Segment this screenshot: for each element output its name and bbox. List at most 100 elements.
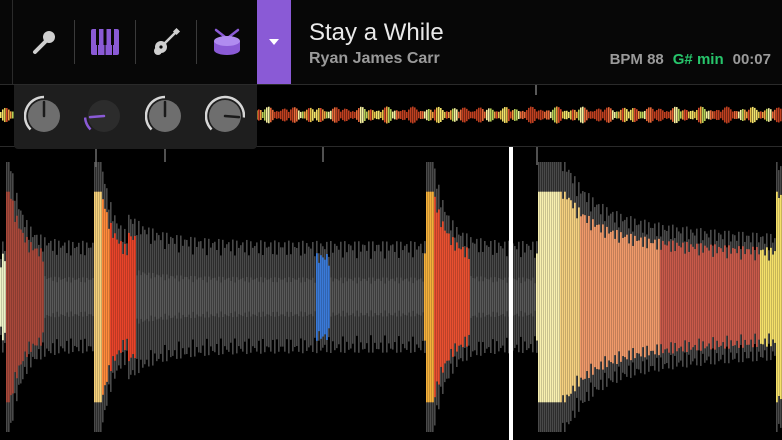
waveform-bar xyxy=(458,248,460,346)
overview-bar xyxy=(340,111,342,119)
overview-bar xyxy=(636,109,638,121)
stem-volume-panel xyxy=(14,85,257,149)
overview-bar xyxy=(706,111,708,119)
overview-bar xyxy=(426,109,428,121)
waveform-bar xyxy=(660,249,662,345)
track-meta: BPM 88 G# min 00:07 xyxy=(610,51,771,68)
overview-bar xyxy=(542,110,544,120)
waveform-bar xyxy=(772,254,774,340)
waveform-bar xyxy=(362,278,364,316)
overview-bar xyxy=(580,107,582,123)
waveform-bar xyxy=(442,221,444,373)
waveform-bar xyxy=(360,281,362,313)
waveform-bar xyxy=(726,258,728,336)
stem-drums-button[interactable] xyxy=(197,0,257,84)
waveform-bar xyxy=(84,282,86,312)
waveform-bar xyxy=(376,278,378,316)
overview-bar xyxy=(298,110,300,120)
waveform-bar xyxy=(532,277,534,317)
overview-bar xyxy=(352,111,354,119)
knob-guitar[interactable] xyxy=(145,85,185,149)
waveform-bar xyxy=(302,277,304,317)
waveform-bar xyxy=(342,283,344,311)
overview-bar xyxy=(408,109,410,121)
waveform-bar xyxy=(254,279,256,315)
waveform-bar xyxy=(162,274,164,320)
waveform-bar xyxy=(456,242,458,352)
waveform-bar xyxy=(258,281,260,313)
overview-bar xyxy=(354,111,356,119)
waveform-bar xyxy=(424,253,426,341)
overview-bar xyxy=(310,107,312,123)
waveform-bar xyxy=(536,253,538,341)
waveform-bar xyxy=(678,245,680,349)
waveform-bar xyxy=(228,277,230,317)
stem-guitar-button[interactable] xyxy=(136,0,196,84)
waveform-bar xyxy=(710,244,712,350)
overview-bar xyxy=(628,111,630,119)
waveform-bar xyxy=(130,236,132,358)
waveform-bar xyxy=(450,245,452,349)
waveform-bar xyxy=(754,260,756,334)
overview-bar xyxy=(650,107,652,123)
overview-bar xyxy=(318,108,320,122)
waveform-bar xyxy=(140,275,142,319)
waveform-bar xyxy=(670,251,672,343)
main-waveform[interactable] xyxy=(0,147,782,440)
waveform-bar xyxy=(732,248,734,346)
waveform-bar xyxy=(766,247,768,347)
waveform-bar xyxy=(578,207,580,387)
overview-bar xyxy=(662,110,664,120)
waveform-bar xyxy=(746,249,748,345)
overview-bar xyxy=(614,111,616,119)
waveform-bar xyxy=(598,224,600,370)
waveform-bar xyxy=(468,259,470,335)
waveform-bar xyxy=(218,276,220,318)
overview-bar xyxy=(532,107,534,123)
waveform-bar xyxy=(76,279,78,315)
overview-bar xyxy=(598,108,600,122)
waveform-bar xyxy=(502,279,504,315)
stem-keys-button[interactable] xyxy=(75,0,135,84)
waveform-bar xyxy=(32,250,34,344)
knob-vocals[interactable] xyxy=(24,85,64,149)
overview-bar xyxy=(510,111,512,119)
waveform-bar xyxy=(466,247,468,347)
overview-bar xyxy=(648,107,650,123)
knob-indicator xyxy=(223,114,241,119)
waveform-bar xyxy=(652,243,654,351)
track-title: Stay a While xyxy=(309,19,444,46)
overview-bar xyxy=(744,109,746,121)
waveform-bar xyxy=(280,279,282,315)
waveform-bar xyxy=(492,282,494,312)
stem-dropdown-button[interactable] xyxy=(257,0,291,84)
knob-keys[interactable] xyxy=(84,85,124,149)
overview-bar xyxy=(276,111,278,119)
overview-bar xyxy=(710,110,712,120)
overview-bar xyxy=(704,108,706,122)
overview-bar xyxy=(420,111,422,119)
overview-bar xyxy=(680,111,682,119)
knob-drums[interactable] xyxy=(205,85,245,149)
overview-bar xyxy=(258,109,260,121)
waveform-bar xyxy=(486,278,488,316)
overview-bar xyxy=(658,108,660,122)
waveform-bar xyxy=(500,279,502,315)
overview-bar xyxy=(656,110,658,120)
overview-bar xyxy=(550,111,552,119)
waveform-bar xyxy=(310,280,312,314)
overview-bar xyxy=(472,111,474,119)
overview-bar xyxy=(274,111,276,119)
waveform-bar xyxy=(388,280,390,314)
waveform-bar xyxy=(112,237,114,357)
waveform-bar xyxy=(14,221,16,373)
overview-bar xyxy=(732,111,734,119)
waveform-bar xyxy=(640,237,642,357)
waveform-bar xyxy=(716,253,718,341)
overview-bar xyxy=(778,107,780,123)
waveform-bar xyxy=(764,255,766,339)
waveform-bar xyxy=(68,277,70,317)
waveform-bar xyxy=(334,278,336,316)
waveform-bar xyxy=(210,279,212,315)
stem-vocals-button[interactable] xyxy=(14,0,74,84)
